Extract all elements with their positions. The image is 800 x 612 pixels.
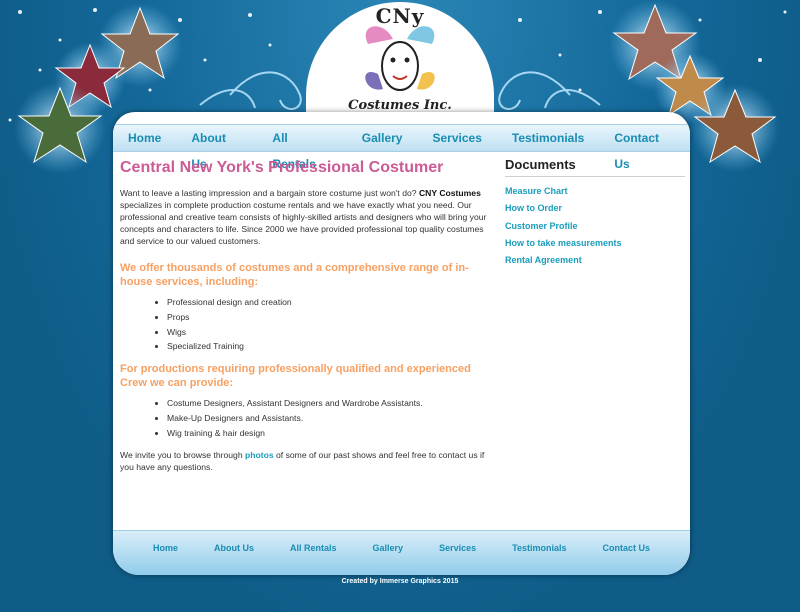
doc-link-measure-chart[interactable]: Measure Chart [505,183,685,200]
intro-text-cont: specializes in complete production costu… [120,200,487,246]
footer-nav-about-us[interactable]: About Us [196,531,272,565]
footer-nav-home[interactable]: Home [135,531,196,565]
closing-paragraph: We invite you to browse through photos o… [120,449,492,473]
main-content: Central New York's Professional Costumer… [120,157,492,483]
closing-text: We invite you to browse through [120,449,245,460]
footer-nav: Home About Us All Rentals Gallery Servic… [113,531,690,565]
footer-nav-contact-us[interactable]: Contact Us [584,531,668,565]
intro-paragraph: Want to leave a lasting impression and a… [120,187,492,247]
site-credit[interactable]: Created by Immerse Graphics 2015 [0,578,800,585]
doc-link-how-to-order[interactable]: How to Order [505,200,685,217]
content-panel: Home About Us All Rentals Gallery Servic… [113,112,690,575]
services-heading: We offer thousands of costumes and a com… [120,262,469,288]
brand-name: CNY Costumes [418,188,481,198]
documents-list: Measure Chart How to Order Customer Prof… [505,183,685,269]
photos-link[interactable]: photos [245,450,274,460]
page-title: Central New York's Professional Costumer [120,159,444,176]
list-item: Wig training & hair design [167,426,492,441]
doc-link-how-to-take-measurements[interactable]: How to take measurements [505,235,685,252]
main-nav: Home About Us All Rentals Gallery Servic… [113,124,690,171]
crew-heading: For productions requiring professionally… [120,363,471,390]
list-item: Props [167,310,492,325]
crew-list: Costume Designers, Assistant Designers a… [120,396,492,440]
services-list: Professional design and creation Props W… [120,295,492,354]
list-item: Professional design and creation [167,295,492,310]
list-item: Specialized Training [167,339,492,354]
list-item: Wigs [167,325,492,340]
intro-text: Want to leave a lasting impression and a… [120,188,419,198]
list-item: Make-Up Designers and Assistants. [167,411,492,426]
doc-link-rental-agreement[interactable]: Rental Agreement [505,252,685,269]
footer-nav-services[interactable]: Services [421,531,494,565]
doc-link-customer-profile[interactable]: Customer Profile [505,218,685,235]
footer-nav-testimonials[interactable]: Testimonials [494,531,584,565]
documents-sidebar: Documents Measure Chart How to Order Cus… [505,157,685,269]
logo-wordmark-top: CNy [375,4,425,28]
footer-nav-gallery[interactable]: Gallery [355,531,422,565]
footer-nav-all-rentals[interactable]: All Rentals [272,531,355,565]
list-item: Costume Designers, Assistant Designers a… [167,396,492,411]
documents-title: Documents [505,157,685,177]
footer: Home About Us All Rentals Gallery Servic… [113,530,690,575]
logo-wordmark-bottom: Costumes Inc. [348,98,452,113]
